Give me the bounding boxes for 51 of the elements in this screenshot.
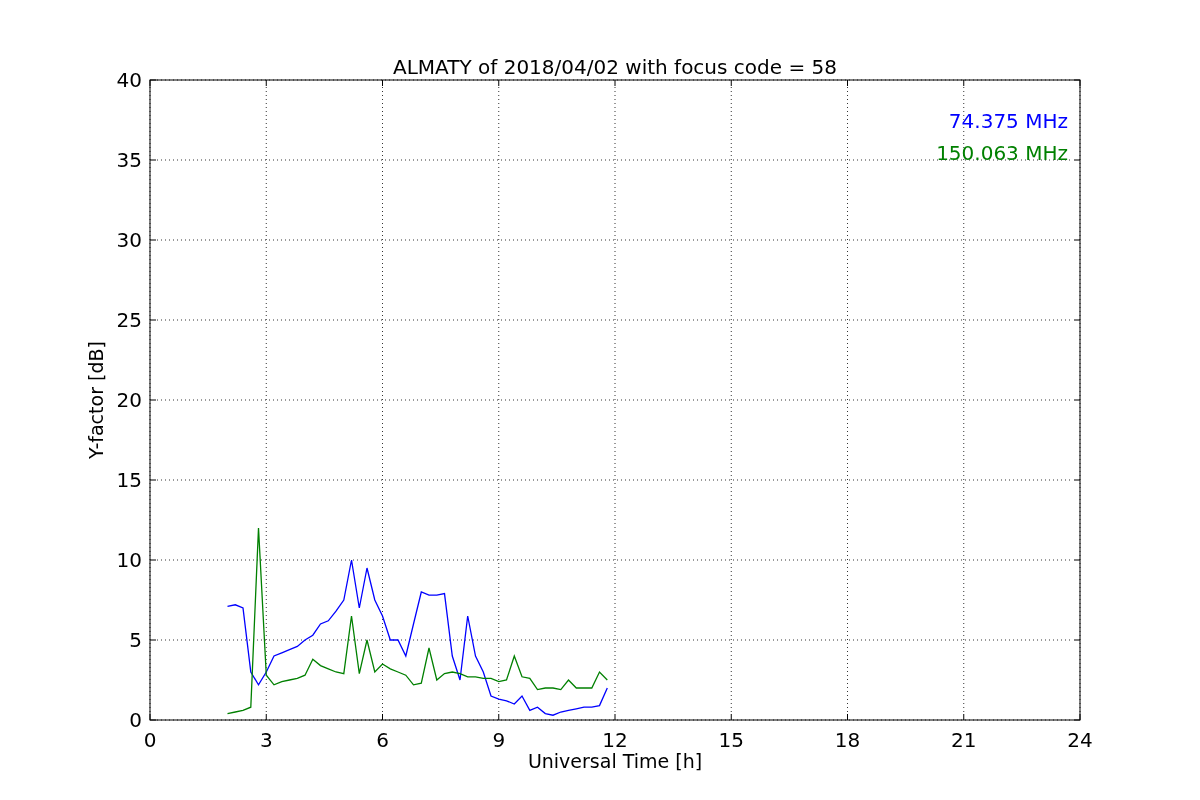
x-axis-label: Universal Time [h] [527, 750, 703, 772]
y-tick-mark [149, 559, 157, 561]
x-tick-label: 0 [143, 728, 157, 752]
y-tick-label: 40 [116, 68, 142, 92]
y-tick-mark [1073, 399, 1081, 401]
x-tick-mark [498, 713, 500, 721]
y-tick-label: 25 [116, 308, 142, 332]
x-tick-label: 9 [492, 728, 506, 752]
x-tick-label: 21 [951, 728, 977, 752]
legend-label: 74.375 MHz [948, 109, 1068, 133]
x-tick-label: 3 [259, 728, 273, 752]
y-tick-mark [1073, 479, 1081, 481]
x-tick-mark [963, 713, 965, 721]
y-tick-mark [149, 639, 157, 641]
x-tick-mark [265, 713, 267, 721]
y-tick-mark [149, 479, 157, 481]
y-tick-label: 5 [129, 628, 142, 652]
y-tick-mark [149, 399, 157, 401]
x-tick-mark [265, 79, 267, 87]
y-tick-mark [149, 239, 157, 241]
y-tick-label: 15 [116, 468, 142, 492]
y-tick-label: 20 [116, 388, 142, 412]
x-tick-label: 6 [376, 728, 389, 752]
x-tick-label: 18 [834, 728, 861, 752]
y-tick-mark [149, 159, 157, 161]
x-tick-mark [382, 79, 383, 87]
y-tick-mark [1073, 239, 1081, 241]
x-tick-label: 15 [718, 728, 744, 752]
y-tick-mark [1073, 159, 1081, 161]
x-tick-mark [730, 79, 732, 87]
x-tick-label: 12 [602, 728, 628, 752]
y-tick-mark [149, 319, 157, 321]
y-tick-mark [1073, 319, 1081, 321]
x-tick-mark [614, 713, 616, 721]
x-tick-mark [963, 79, 965, 87]
x-tick-mark [730, 713, 732, 721]
x-tick-mark [847, 713, 848, 721]
chart-title: ALMATY of 2018/04/02 with focus code = 58 [393, 55, 837, 79]
y-tick-label: 10 [116, 548, 142, 572]
x-tick-mark [498, 79, 500, 87]
x-tick-mark [382, 713, 383, 721]
y-tick-label: 30 [116, 228, 142, 252]
legend-label: 150.063 MHz [936, 141, 1068, 165]
x-tick-mark [847, 79, 848, 87]
y-tick-label: 35 [116, 148, 142, 172]
y-tick-mark [1073, 639, 1081, 641]
y-tick-label: 0 [129, 708, 142, 732]
x-tick-label: 24 [1067, 728, 1093, 752]
y-tick-mark [1073, 559, 1081, 561]
x-tick-mark [614, 79, 616, 87]
y-axis-label: Y-factor [dB] [85, 341, 107, 459]
